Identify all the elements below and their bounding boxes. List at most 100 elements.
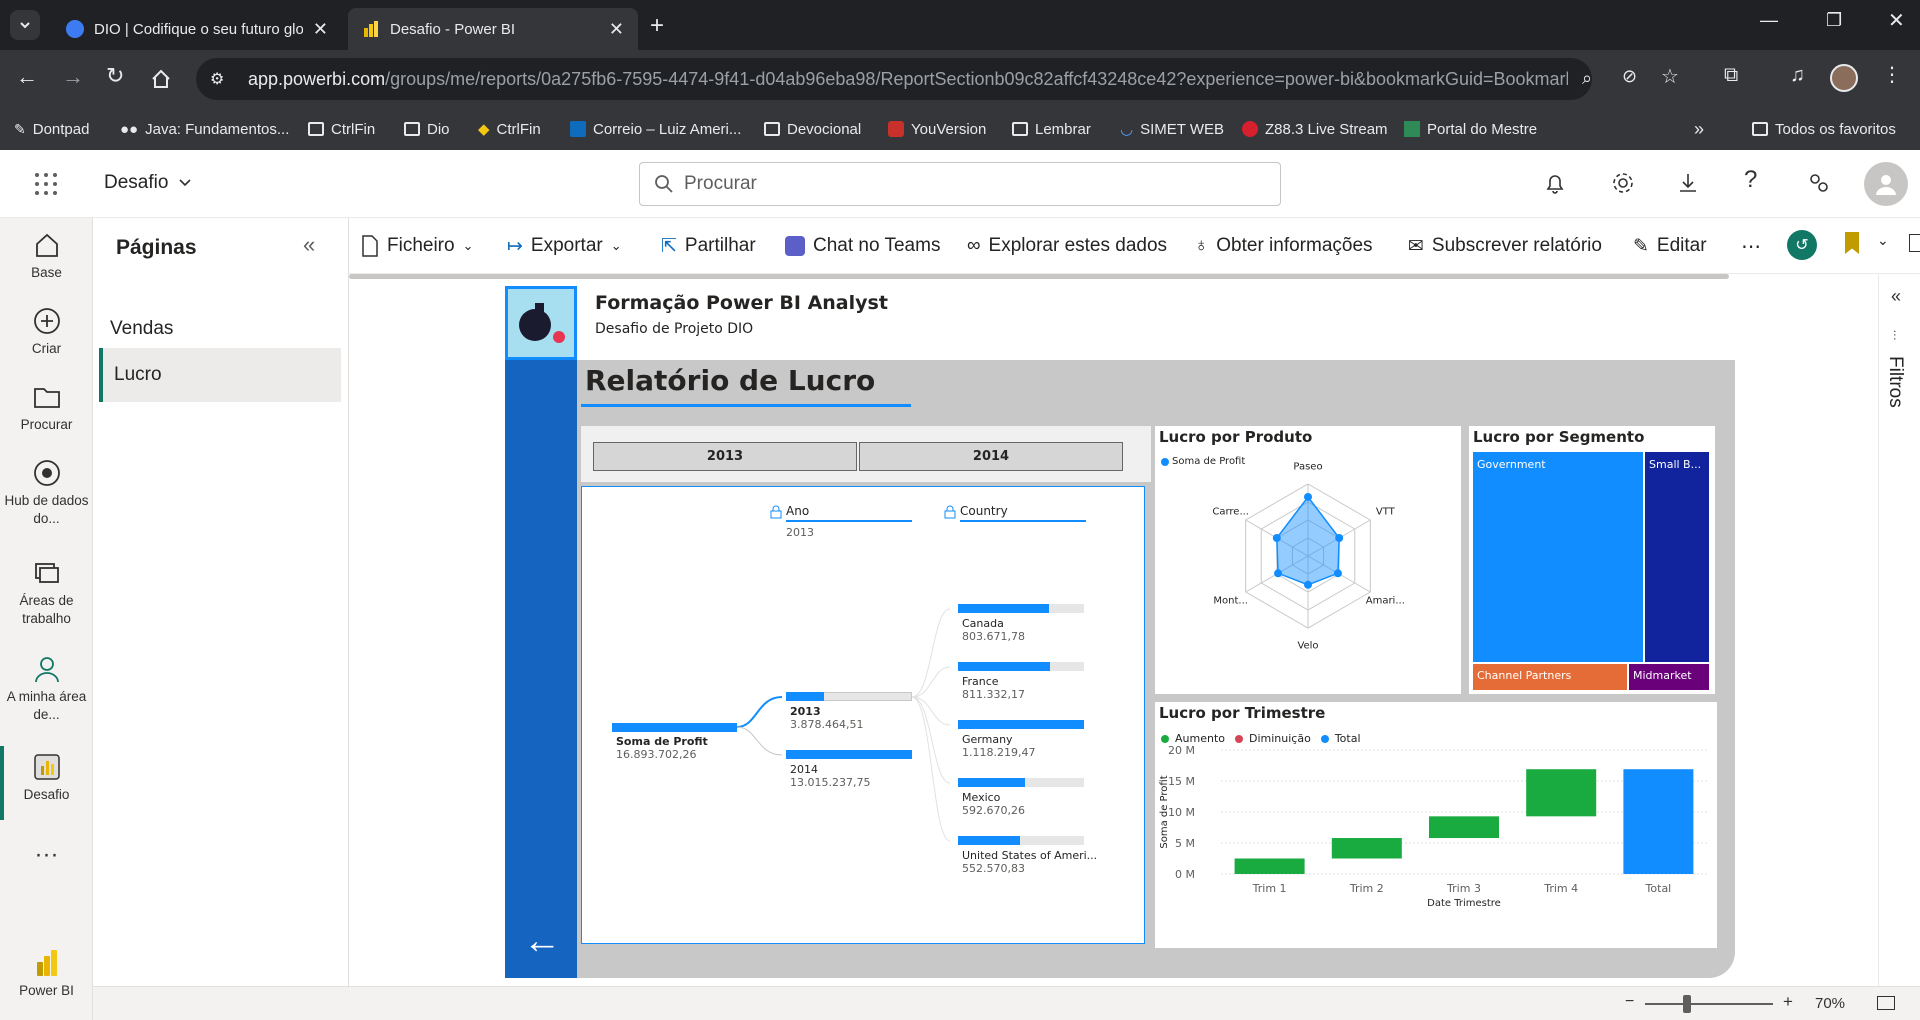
bookmark-item[interactable]: Portal do Mestre (1404, 108, 1537, 150)
help-icon[interactable]: ? (1744, 166, 1757, 194)
decomp-bar-usa[interactable] (958, 836, 1020, 845)
nav-item-base[interactable]: Base (0, 230, 93, 282)
decomp-root-bar[interactable] (612, 723, 737, 732)
view-icon[interactable] (1909, 234, 1920, 252)
media-icon[interactable]: ♫ (1790, 64, 1805, 87)
slicer-button-2013[interactable]: 2013 (593, 442, 857, 471)
browser-tab-dio[interactable]: DIO | Codifique o seu futuro global ✕ (52, 8, 342, 50)
nav-item-my-workspace[interactable]: A minha área de... (0, 654, 93, 724)
extensions-icon[interactable]: ⧉ (1724, 64, 1738, 87)
eye-off-icon[interactable]: ⊘ (1622, 66, 1637, 87)
site-info-icon[interactable]: ⚙ (210, 69, 236, 89)
bookmarks-overflow[interactable]: » (1694, 108, 1704, 150)
star-icon[interactable]: ☆ (1661, 64, 1679, 89)
filter-icon[interactable]: ⫶ (1893, 328, 1896, 344)
export-menu[interactable]: ↦ Exportar ⌄ (507, 218, 622, 274)
expand-filters-icon[interactable]: « (1891, 286, 1901, 307)
back-icon[interactable]: ← (16, 64, 38, 90)
insights-button[interactable]: ♁ Obter informações (1194, 218, 1373, 274)
folder-icon (764, 122, 780, 136)
browser-menu-icon[interactable]: ⋮ (1882, 62, 1902, 87)
reset-icon[interactable]: ↺ (1787, 230, 1817, 260)
home-icon[interactable] (150, 68, 172, 90)
zoom-out-button[interactable]: − (1625, 993, 1634, 1011)
workspace-selector[interactable]: Desafio (104, 172, 192, 194)
app-launcher-icon[interactable] (34, 172, 58, 196)
bookmark-item[interactable]: ◡ SIMET WEB (1120, 108, 1224, 150)
decomposition-tree: Ano 2013 Country Soma de Profit 16.893.7… (581, 486, 1145, 944)
bookmark-folder[interactable]: CtrlFin (308, 108, 375, 150)
tab-title: DIO | Codifique o seu futuro global (94, 20, 303, 38)
bookmark-item[interactable]: Correio – Luiz Ameri... (570, 108, 741, 150)
canvas-hscroll[interactable] (349, 274, 1729, 279)
all-bookmarks[interactable]: Todos os favoritos (1752, 108, 1896, 150)
profile-avatar[interactable] (1830, 64, 1858, 92)
bookmark-item[interactable]: ✎ Dontpad (14, 108, 89, 150)
bookmark-item[interactable]: ●● Java: Fundamentos... (120, 108, 289, 150)
browser-tab-powerbi[interactable]: Desafio - Power BI ✕ (348, 8, 638, 50)
treemap-tile-government[interactable]: Government (1473, 452, 1643, 662)
more-options-button[interactable]: ⋯ (1741, 218, 1761, 274)
chevron-down-icon[interactable]: ⌄ (1877, 232, 1889, 249)
decomp-bar-germany[interactable] (958, 720, 1084, 729)
close-icon[interactable]: ✕ (313, 19, 328, 40)
download-icon[interactable] (1675, 170, 1701, 196)
report-toolbar: Ficheiro ⌄ ↦ Exportar ⌄ ⇱ Partilhar Chat n… (349, 218, 1920, 274)
report-canvas: ← Formação Power BI Analyst Desafio de P… (349, 274, 1878, 986)
zoom-in-button[interactable]: + (1783, 992, 1793, 1012)
nav-item-desafio[interactable]: Desafio (0, 752, 93, 804)
tab-search-button[interactable] (10, 10, 40, 40)
more-icon[interactable]: ··· (0, 843, 93, 867)
bookmark-folder[interactable]: Dio (404, 108, 450, 150)
forward-icon[interactable]: → (62, 64, 84, 90)
bell-icon[interactable] (1542, 170, 1568, 196)
collapse-pane-icon[interactable]: « (303, 232, 315, 258)
restore-button[interactable]: ❐ (1826, 10, 1842, 31)
decomp-bar-2014[interactable] (786, 750, 912, 759)
bookmark-item[interactable]: YouVersion (888, 108, 986, 150)
bookmark-icon[interactable] (1845, 232, 1859, 254)
nav-item-data-hub[interactable]: Hub de dados do... (0, 458, 93, 528)
bookmark-folder[interactable]: Lembrar (1012, 108, 1091, 150)
subscribe-button[interactable]: ✉ Subscrever relatório (1408, 218, 1602, 274)
decomp-bar-france[interactable] (958, 662, 1050, 671)
nav-item-create[interactable]: Criar (0, 306, 93, 358)
treemap-tile-channel-partners[interactable]: Channel Partners (1473, 664, 1627, 690)
treemap-tile-small-business[interactable]: Small B... (1645, 452, 1709, 662)
zoom-slider-thumb[interactable] (1683, 995, 1691, 1013)
gear-icon[interactable] (1610, 170, 1636, 196)
filters-label[interactable]: Filtros (1884, 356, 1906, 408)
account-avatar[interactable] (1864, 162, 1908, 206)
decomp-bar-2013[interactable] (786, 692, 824, 701)
search-input[interactable]: Procurar (639, 162, 1281, 206)
share-button[interactable]: ⇱ Partilhar (661, 218, 756, 274)
new-tab-button[interactable]: + (650, 12, 664, 40)
feedback-icon[interactable] (1806, 170, 1832, 196)
address-bar[interactable]: ⚙ app.powerbi.com/groups/me/reports/0a27… (196, 58, 1592, 100)
zoom-slider-track[interactable] (1645, 1003, 1773, 1005)
powerbi-logo[interactable]: Power BI (0, 948, 93, 1000)
bookmark-item[interactable]: ◆ CtrlFin (478, 108, 541, 150)
nav-item-browse[interactable]: Procurar (0, 382, 93, 434)
edit-button[interactable]: ✎ Editar (1633, 218, 1707, 274)
slicer-button-2014[interactable]: 2014 (859, 442, 1123, 471)
close-window-button[interactable]: ✕ (1888, 8, 1905, 33)
bookmark-folder[interactable]: Devocional (764, 108, 861, 150)
treemap-tile-midmarket[interactable]: Midmarket (1629, 664, 1709, 690)
minimize-button[interactable]: — (1760, 10, 1778, 31)
decomp-value-mexico: 592.670,26 (962, 804, 1025, 817)
nav-item-workspaces[interactable]: Áreas de trabalho (0, 558, 93, 628)
fit-page-icon[interactable] (1877, 996, 1895, 1010)
waterfall-bar (1429, 816, 1499, 839)
decomp-bar-canada[interactable] (958, 604, 1049, 613)
close-icon[interactable]: ✕ (609, 19, 624, 40)
explore-data-button[interactable]: ∞ Explorar estes dados (967, 218, 1167, 274)
file-menu[interactable]: Ficheiro ⌄ (361, 218, 473, 274)
bookmark-item[interactable]: Z88.3 Live Stream (1242, 108, 1388, 150)
reload-icon[interactable]: ↻ (106, 63, 124, 89)
teams-chat-button[interactable]: Chat no Teams (785, 218, 940, 274)
page-item-lucro[interactable]: Lucro (99, 348, 341, 402)
decomp-bar-mexico[interactable] (958, 778, 1025, 787)
back-arrow-button[interactable]: ← (523, 922, 561, 960)
zoom-icon[interactable]: ⌕ (1582, 68, 1592, 89)
